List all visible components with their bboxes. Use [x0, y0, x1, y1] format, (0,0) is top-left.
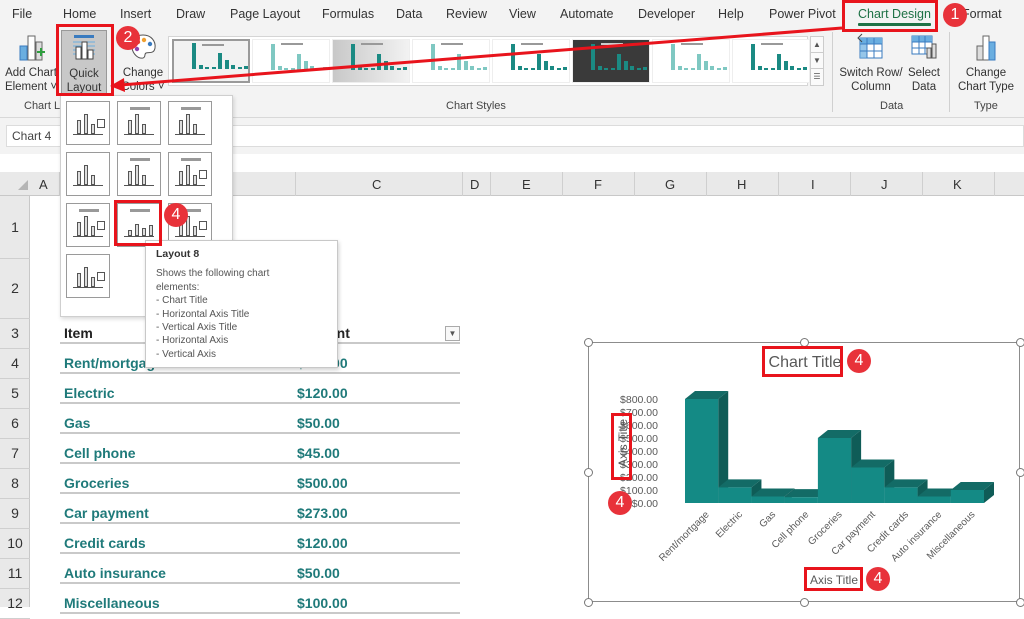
annotation-box-horizontal-axis-title — [804, 567, 863, 591]
annotation-badge-2: 2 — [116, 26, 140, 50]
annotation-box-chart-design — [842, 0, 938, 32]
annotation-box-chart-title — [762, 346, 843, 377]
annotation-box-quick-layout — [56, 24, 114, 96]
row-divider — [60, 612, 460, 614]
annotation-badge-1: 1 — [943, 3, 967, 27]
annotation-box-vertical-axis-title — [611, 413, 632, 480]
annotation-badge-4: 4 — [847, 349, 871, 373]
annotation-badge-4: 4 — [866, 567, 890, 591]
annotation-badge-4: 4 — [164, 203, 188, 227]
annotation-box-layout-8 — [114, 200, 162, 246]
annotation-arrow — [110, 26, 843, 92]
annotation-badge-4: 4 — [608, 491, 632, 515]
